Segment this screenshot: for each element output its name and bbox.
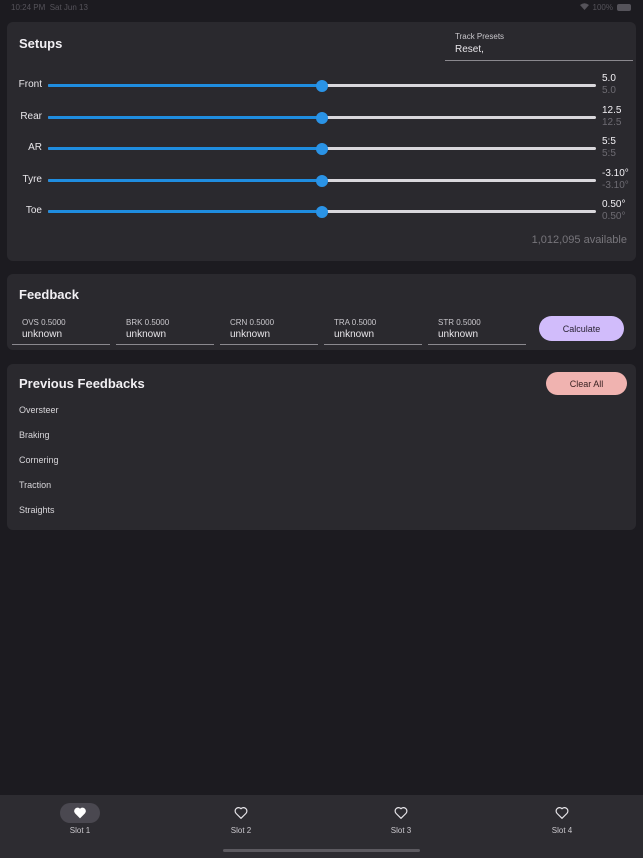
status-date-text: Sat Jun 13 xyxy=(49,3,88,12)
feedback-field-label: CRN 0.5000 xyxy=(230,318,275,327)
clear-all-button[interactable]: Clear All xyxy=(546,372,627,395)
heart-outline-icon xyxy=(555,807,569,819)
feedback-field-value: unknown xyxy=(438,329,479,340)
slider-fill xyxy=(48,179,322,182)
slider-label: Front xyxy=(18,79,42,90)
slider-thumb[interactable] xyxy=(316,80,328,92)
slider-label: Rear xyxy=(20,111,42,122)
slider-value: 12.5 xyxy=(602,105,622,116)
available-credits: 1,012,095 available xyxy=(531,234,627,246)
previous-feedback-cornering[interactable]: Cornering xyxy=(19,455,59,465)
slider-thumb[interactable] xyxy=(316,206,328,218)
tab-label: Slot 3 xyxy=(390,826,412,835)
track-presets-value: Reset, xyxy=(455,44,484,55)
tab-label: Slot 4 xyxy=(551,826,573,835)
slider-value: 0.50° xyxy=(602,199,626,210)
status-time-text: 10:24 PM xyxy=(11,3,46,12)
slider-previous-value: 5.0 xyxy=(602,85,616,96)
tab-label: Slot 1 xyxy=(69,826,91,835)
slider-fill xyxy=(48,116,322,119)
calculate-button[interactable]: Calculate xyxy=(539,316,624,341)
previous-feedback-traction[interactable]: Traction xyxy=(19,480,51,490)
slider-previous-value: 0.50° xyxy=(602,211,626,222)
feedback-field-crn[interactable]: CRN 0.5000 unknown xyxy=(220,314,318,345)
slider-value: 5.0 xyxy=(602,73,616,84)
slider-fill xyxy=(48,147,322,150)
slider-label: AR xyxy=(28,142,42,153)
slider-thumb[interactable] xyxy=(316,175,328,187)
feedback-field-tra[interactable]: TRA 0.5000 unknown xyxy=(324,314,422,345)
feedback-field-brk[interactable]: BRK 0.5000 unknown xyxy=(116,314,214,345)
track-presets-dropdown[interactable]: Track Presets Reset, xyxy=(445,30,633,61)
feedback-field-value: unknown xyxy=(230,329,271,340)
previous-feedbacks-title: Previous Feedbacks xyxy=(19,376,145,391)
tab-label: Slot 2 xyxy=(230,826,252,835)
track-presets-label: Track Presets xyxy=(455,32,505,41)
heart-outline-icon xyxy=(234,807,248,819)
heart-outline-icon xyxy=(394,807,408,819)
slider-row-toe: Toe 0.50° 0.50° xyxy=(7,199,636,226)
slider-value: -3.10° xyxy=(602,168,629,179)
previous-feedbacks-card: Previous Feedbacks Clear All Oversteer Br… xyxy=(7,364,636,530)
slider-row-ar: AR 5:5 5:5 xyxy=(7,136,636,163)
feedback-field-value: unknown xyxy=(22,329,63,340)
setups-card: Setups Track Presets Reset, Front 5.0 5.0 R… xyxy=(7,22,636,261)
slider-previous-value: 5:5 xyxy=(602,148,616,159)
slider-label: Tyre xyxy=(22,174,42,185)
setups-title: Setups xyxy=(19,36,63,51)
feedback-field-value: unknown xyxy=(126,329,167,340)
feedback-field-value: unknown xyxy=(334,329,375,340)
feedback-title: Feedback xyxy=(19,287,79,302)
tab-slot-1[interactable]: Slot 1 xyxy=(40,795,120,858)
status-time: 10:24 PM Sat Jun 13 xyxy=(11,3,88,12)
heart-filled-icon xyxy=(74,807,86,819)
feedback-card: Feedback OVS 0.5000 unknown BRK 0.5000 unkn… xyxy=(7,274,636,350)
slider-fill xyxy=(48,210,322,213)
slider-fill xyxy=(48,84,322,87)
slider-previous-value: 12.5 xyxy=(602,117,622,128)
previous-feedback-oversteer[interactable]: Oversteer xyxy=(19,405,59,415)
previous-feedback-straights[interactable]: Straights xyxy=(19,505,55,515)
battery-icon xyxy=(617,4,631,11)
tab-slot-4[interactable]: Slot 4 xyxy=(522,795,602,858)
slider-row-tyre: Tyre -3.10° -3.10° xyxy=(7,168,636,195)
feedback-field-label: STR 0.5000 xyxy=(438,318,481,327)
feedback-field-label: TRA 0.5000 xyxy=(334,318,377,327)
slider-thumb[interactable] xyxy=(316,143,328,155)
status-bar: 10:24 PM Sat Jun 13 100% xyxy=(0,0,643,16)
status-right: 100% xyxy=(579,3,631,12)
feedback-field-str[interactable]: STR 0.5000 unknown xyxy=(428,314,526,345)
wifi-icon xyxy=(579,3,589,12)
battery-percent: 100% xyxy=(592,3,613,12)
feedback-field-ovs[interactable]: OVS 0.5000 unknown xyxy=(12,314,110,345)
slider-row-front: Front 5.0 5.0 xyxy=(7,73,636,100)
feedback-field-label: BRK 0.5000 xyxy=(126,318,170,327)
feedback-field-label: OVS 0.5000 xyxy=(22,318,66,327)
slider-previous-value: -3.10° xyxy=(602,180,629,191)
home-indicator xyxy=(223,849,420,852)
slider-label: Toe xyxy=(25,205,42,216)
slider-row-rear: Rear 12.5 12.5 xyxy=(7,105,636,132)
slider-thumb[interactable] xyxy=(316,112,328,124)
slider-value: 5:5 xyxy=(602,136,616,147)
previous-feedback-braking[interactable]: Braking xyxy=(19,430,50,440)
